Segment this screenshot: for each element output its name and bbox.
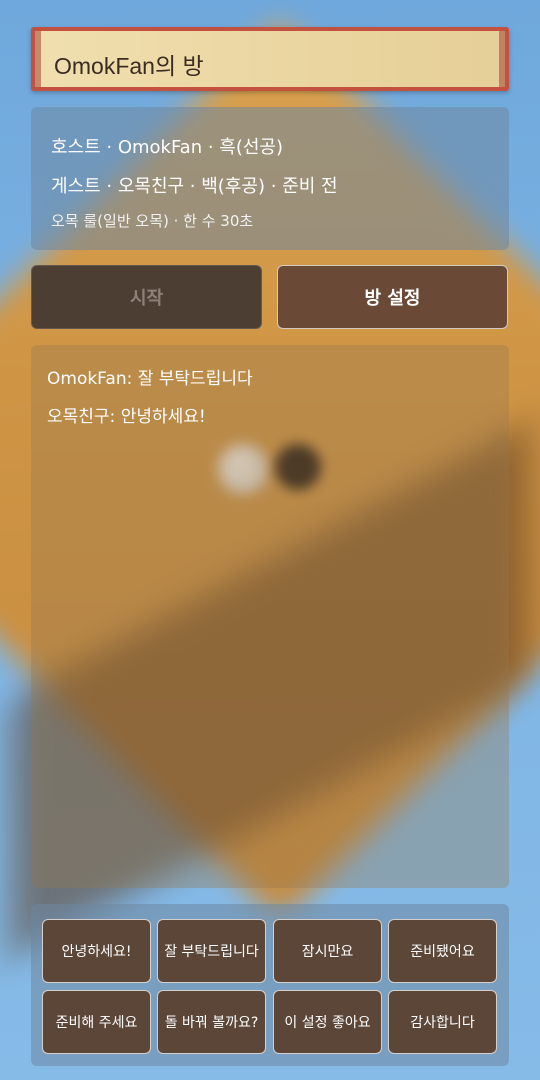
room-settings-button[interactable]: 방 설정: [277, 265, 508, 329]
chat-panel: OmokFan: 잘 부탁드립니다 오목친구: 안녕하세요!: [31, 345, 509, 888]
quick-chat-button-hello[interactable]: 안녕하세요!: [42, 919, 151, 983]
room-title-banner: OmokFan의 방: [31, 27, 509, 91]
quick-chat-button-please-ready[interactable]: 준비해 주세요: [42, 990, 151, 1054]
quick-chat-button-thanks[interactable]: 감사합니다: [388, 990, 497, 1054]
quick-chat-panel: 안녕하세요! 잘 부탁드립니다 잠시만요 준비됐어요 준비해 주세요 돌 바꿔 …: [31, 904, 509, 1066]
quick-chat-button-swap-stones[interactable]: 돌 바꿔 볼까요?: [157, 990, 266, 1054]
start-button[interactable]: 시작: [31, 265, 262, 329]
chat-message: 오목친구: 안녕하세요!: [47, 407, 206, 427]
quick-chat-button-wait[interactable]: 잠시만요: [273, 919, 382, 983]
quick-chat-button-like-settings[interactable]: 이 설정 좋아요: [273, 990, 382, 1054]
rule-info: 오목 룰(일반 오목) · 한 수 30초: [51, 212, 254, 230]
quick-chat-button-ready[interactable]: 준비됐어요: [388, 919, 497, 983]
room-info-panel: 호스트 · OmokFan · 흑(선공) 게스트 · 오목친구 · 백(후공)…: [31, 107, 509, 250]
chat-message: OmokFan: 잘 부탁드립니다: [47, 369, 253, 389]
quick-chat-button-nice-to-meet[interactable]: 잘 부탁드립니다: [157, 919, 266, 983]
host-info: 호스트 · OmokFan · 흑(선공): [51, 137, 284, 158]
room-title: OmokFan의 방: [54, 53, 204, 79]
guest-info: 게스트 · 오목친구 · 백(후공) · 준비 전: [51, 176, 338, 197]
